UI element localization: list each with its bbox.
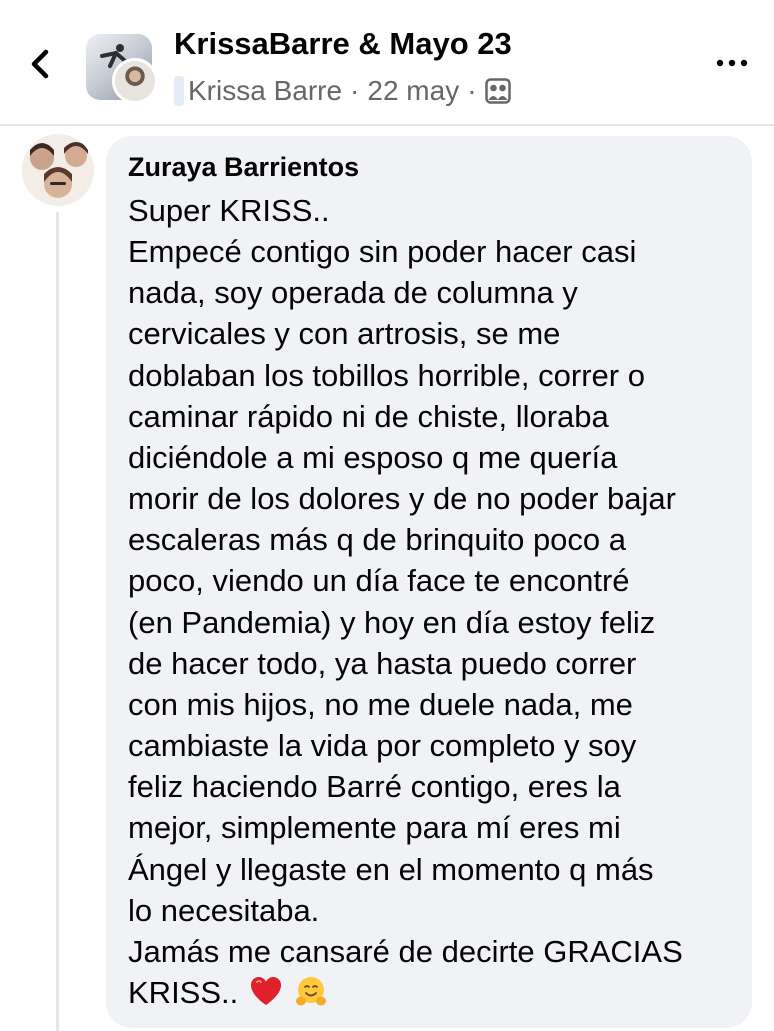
comment-line: feliz haciendo Barré contigo, eres la	[128, 769, 621, 805]
comment-line: lo necesitaba.	[128, 892, 320, 928]
comment-line: escaleras más q de brinquito poco a	[128, 522, 627, 558]
comment-line: poco, viendo un día face te encontré	[128, 563, 630, 599]
comment-last-line: KRISS..	[128, 972, 734, 1013]
comment-line: mejor, simplemente para mí eres mi	[128, 810, 621, 846]
comment-bubble[interactable]: Zuraya Barrientos Super KRISS.. Empecé c…	[106, 136, 752, 1028]
comment-line: morir de los dolores y de no poder bajar	[128, 481, 676, 517]
red-heart-icon	[250, 976, 281, 1005]
comment-line: Jamás me cansaré de decirte GRACIAS	[128, 933, 683, 969]
group-privacy-icon	[484, 78, 511, 104]
comment-line: doblaban los tobillos horrible, correr o	[128, 357, 645, 393]
author-avatar[interactable]	[112, 58, 158, 104]
comment-line: (en Pandemia) y hoy en día estoy feliz	[128, 604, 656, 640]
comment-line: nada, soy operada de columna y	[128, 275, 578, 311]
post-meta: Krissa Barre · 22 may ·	[174, 74, 511, 108]
post-author-name[interactable]: Krissa Barre	[188, 75, 342, 107]
meta-separator: ·	[350, 75, 360, 106]
comment-author[interactable]: Zuraya Barrientos	[128, 150, 734, 184]
comment-line: caminar rápido ni de chiste, lloraba	[128, 398, 609, 434]
comment-line: Ángel y llegaste en el momento q más	[128, 851, 654, 887]
comment-line: Empecé contigo sin poder hacer casi	[128, 234, 637, 270]
post-date[interactable]: 22 may	[367, 75, 459, 107]
author-name-highlight	[174, 76, 184, 106]
commenter-photo-icon	[22, 134, 94, 206]
comment-line: cambiaste la vida por completo y soy	[128, 728, 637, 764]
comment-thread-line	[56, 212, 59, 1031]
post-title[interactable]: KrissaBarre & Mayo 23	[174, 26, 512, 62]
comment-text: Super KRISS.. Empecé contigo sin poder h…	[128, 190, 734, 1013]
back-button[interactable]	[26, 44, 56, 84]
comment-line: de hacer todo, ya hasta puedo correr	[128, 645, 637, 681]
chevron-left-icon	[31, 49, 49, 79]
comment-line: con mis hijos, no me duele nada, me	[128, 686, 633, 722]
header-divider	[0, 124, 774, 126]
more-options-button[interactable]	[716, 56, 748, 70]
comment-line: KRISS..	[128, 974, 239, 1010]
commenter-avatar[interactable]	[22, 134, 94, 206]
hugging-face-icon	[295, 976, 326, 1006]
comment-line: cervicales y con artrosis, se me	[128, 316, 561, 352]
meta-separator: ·	[467, 75, 477, 106]
comment-line: Super KRISS..	[128, 193, 330, 228]
more-horizontal-icon	[716, 59, 748, 67]
comment-line: diciéndole a mi esposo q me quería	[128, 439, 618, 475]
post-header: KrissaBarre & Mayo 23 Krissa Barre · 22 …	[0, 0, 774, 124]
